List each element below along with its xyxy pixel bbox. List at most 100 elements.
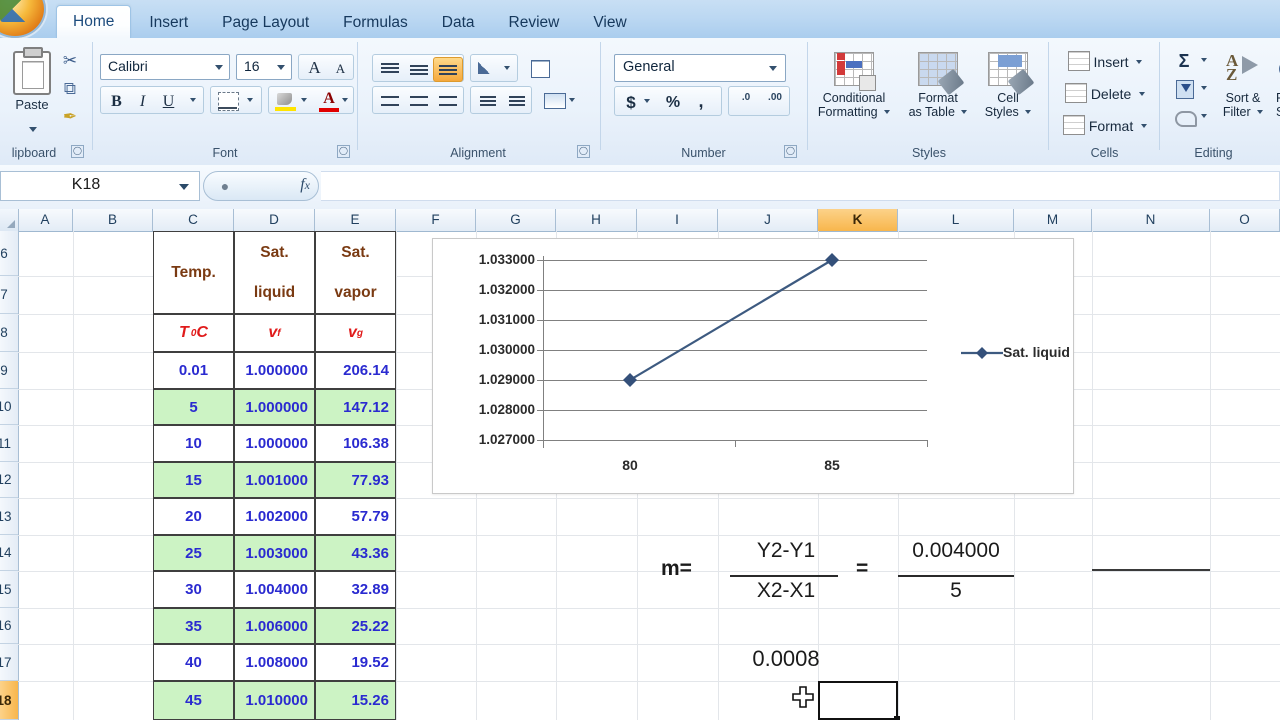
tab-insert[interactable]: Insert bbox=[133, 8, 204, 38]
row-header-17[interactable]: 17 bbox=[0, 644, 18, 681]
row-header-8[interactable]: 8 bbox=[0, 314, 18, 352]
table-cell-vg[interactable]: 147.12 bbox=[315, 389, 396, 425]
select-all-corner[interactable] bbox=[0, 209, 19, 231]
table-cell-vg[interactable]: 15.26 bbox=[315, 681, 396, 720]
table-cell-vf[interactable]: 1.000000 bbox=[234, 425, 315, 462]
tab-view[interactable]: View bbox=[577, 8, 642, 38]
tab-review[interactable]: Review bbox=[493, 8, 576, 38]
table-cell-vf[interactable]: 1.000000 bbox=[234, 389, 315, 425]
column-header-j[interactable]: J bbox=[718, 209, 818, 231]
table-cell-vg[interactable]: 32.89 bbox=[315, 571, 396, 608]
row-header-15[interactable]: 15 bbox=[0, 571, 18, 608]
column-header-o[interactable]: O bbox=[1210, 209, 1280, 231]
fill-color-button[interactable] bbox=[271, 89, 301, 114]
slope-numerator[interactable]: Y2-Y1 bbox=[736, 539, 836, 563]
table-cell-temp[interactable]: 0.01 bbox=[153, 352, 234, 389]
table-cell-vf[interactable]: 1.010000 bbox=[234, 681, 315, 720]
cell-grid[interactable]: Temp. Sat. liquid Sat. vapor T0C vf vg 0… bbox=[18, 231, 1280, 720]
increase-decimal-button[interactable]: .0 bbox=[731, 90, 761, 116]
align-middle-button[interactable] bbox=[404, 57, 434, 82]
underline-button[interactable]: U bbox=[155, 89, 182, 114]
bold-button[interactable]: B bbox=[103, 89, 130, 114]
shrink-font-button[interactable]: A bbox=[327, 58, 354, 80]
column-header-m[interactable]: M bbox=[1014, 209, 1092, 231]
table-cell-temp[interactable]: 15 bbox=[153, 462, 234, 498]
tab-page-layout[interactable]: Page Layout bbox=[206, 8, 325, 38]
font-size-input[interactable]: 16 bbox=[236, 54, 292, 80]
align-bottom-button[interactable] bbox=[433, 57, 463, 82]
table-symbol-temp[interactable]: T0C bbox=[153, 314, 234, 352]
table-cell-vf[interactable]: 1.000000 bbox=[234, 352, 315, 389]
number-format-dropdown[interactable]: General bbox=[614, 54, 786, 82]
table-cell-temp[interactable]: 10 bbox=[153, 425, 234, 462]
fill-button[interactable] bbox=[1167, 76, 1201, 102]
result-denominator[interactable]: 5 bbox=[898, 579, 1014, 603]
row-header-7[interactable]: 7 bbox=[0, 276, 18, 314]
font-name-input[interactable]: Calibri bbox=[100, 54, 230, 80]
insert-cells-button[interactable]: Insert bbox=[1056, 48, 1154, 76]
font-color-button[interactable]: A bbox=[315, 89, 343, 114]
cancel-formula-button[interactable]: ● bbox=[208, 176, 242, 197]
column-header-f[interactable]: F bbox=[396, 209, 476, 231]
table-header-sat-liquid[interactable]: Sat. liquid bbox=[234, 231, 315, 314]
decrease-decimal-button[interactable]: .00 bbox=[760, 90, 790, 116]
column-header-n[interactable]: N bbox=[1092, 209, 1210, 231]
column-header-k[interactable]: K bbox=[818, 209, 898, 231]
autosum-button[interactable]: Σ bbox=[1167, 48, 1201, 74]
wrap-text-button[interactable] bbox=[524, 54, 556, 84]
number-dialog-launcher[interactable]: ◯ bbox=[784, 145, 797, 158]
table-cell-temp[interactable]: 45 bbox=[153, 681, 234, 720]
table-cell-vg[interactable]: 43.36 bbox=[315, 535, 396, 571]
table-cell-vg[interactable]: 25.22 bbox=[315, 608, 396, 644]
enter-formula-button[interactable] bbox=[242, 176, 276, 197]
clipboard-dialog-launcher[interactable]: ◯ bbox=[71, 145, 84, 158]
slope-result-value[interactable]: 0.0008 bbox=[736, 646, 836, 672]
align-top-button[interactable] bbox=[375, 57, 405, 82]
format-painter-button[interactable]: ✒ bbox=[56, 104, 84, 130]
merge-center-button[interactable] bbox=[538, 86, 582, 116]
increase-indent-button[interactable] bbox=[502, 89, 532, 114]
table-cell-temp[interactable]: 30 bbox=[153, 571, 234, 608]
column-header-i[interactable]: I bbox=[637, 209, 718, 231]
italic-button[interactable]: I bbox=[129, 89, 156, 114]
table-cell-vg[interactable]: 57.79 bbox=[315, 498, 396, 535]
name-box[interactable]: K18 bbox=[0, 171, 200, 201]
copy-button[interactable]: ⧉ bbox=[56, 76, 84, 102]
table-cell-vf[interactable]: 1.001000 bbox=[234, 462, 315, 498]
table-cell-vg[interactable]: 77.93 bbox=[315, 462, 396, 498]
alignment-dialog-launcher[interactable]: ◯ bbox=[577, 145, 590, 158]
table-cell-temp[interactable]: 5 bbox=[153, 389, 234, 425]
insert-function-icon[interactable]: fx bbox=[300, 176, 310, 194]
result-numerator[interactable]: 0.004000 bbox=[898, 539, 1014, 563]
active-cell-k18[interactable] bbox=[818, 681, 898, 720]
orientation-dropdown[interactable] bbox=[470, 54, 518, 82]
row-header-10[interactable]: 10 bbox=[0, 389, 18, 425]
table-cell-vf[interactable]: 1.008000 bbox=[234, 644, 315, 681]
grow-font-button[interactable]: A bbox=[301, 56, 328, 80]
comma-button[interactable]: , bbox=[687, 90, 715, 115]
align-right-button[interactable] bbox=[433, 89, 463, 114]
paste-button[interactable]: Paste bbox=[6, 46, 58, 136]
column-header-a[interactable]: A bbox=[18, 209, 73, 231]
row-header-18[interactable]: 18 bbox=[0, 681, 18, 720]
tab-home[interactable]: Home bbox=[56, 5, 132, 38]
find-select-button[interactable]: F S bbox=[1275, 48, 1280, 132]
line-chart[interactable]: 1.033000 1.032000 1.031000 1.030000 1.02… bbox=[432, 238, 1074, 494]
row-header-12[interactable]: 12 bbox=[0, 462, 18, 498]
borders-dropdown[interactable] bbox=[210, 86, 262, 114]
table-symbol-vf[interactable]: vf bbox=[234, 314, 315, 352]
column-header-b[interactable]: B bbox=[73, 209, 153, 231]
table-cell-vf[interactable]: 1.004000 bbox=[234, 571, 315, 608]
office-button[interactable] bbox=[0, 0, 48, 40]
row-header-11[interactable]: 11 bbox=[0, 425, 18, 462]
table-cell-vg[interactable]: 106.38 bbox=[315, 425, 396, 462]
column-header-c[interactable]: C bbox=[153, 209, 234, 231]
clear-button[interactable] bbox=[1167, 104, 1201, 130]
table-symbol-vg[interactable]: vg bbox=[315, 314, 396, 352]
table-header-sat-vapor[interactable]: Sat. vapor bbox=[315, 231, 396, 314]
slope-denominator[interactable]: X2-X1 bbox=[736, 579, 836, 603]
cut-button[interactable]: ✂ bbox=[56, 48, 84, 74]
tab-formulas[interactable]: Formulas bbox=[327, 8, 424, 38]
table-cell-temp[interactable]: 20 bbox=[153, 498, 234, 535]
table-header-temp[interactable]: Temp. bbox=[153, 231, 234, 314]
